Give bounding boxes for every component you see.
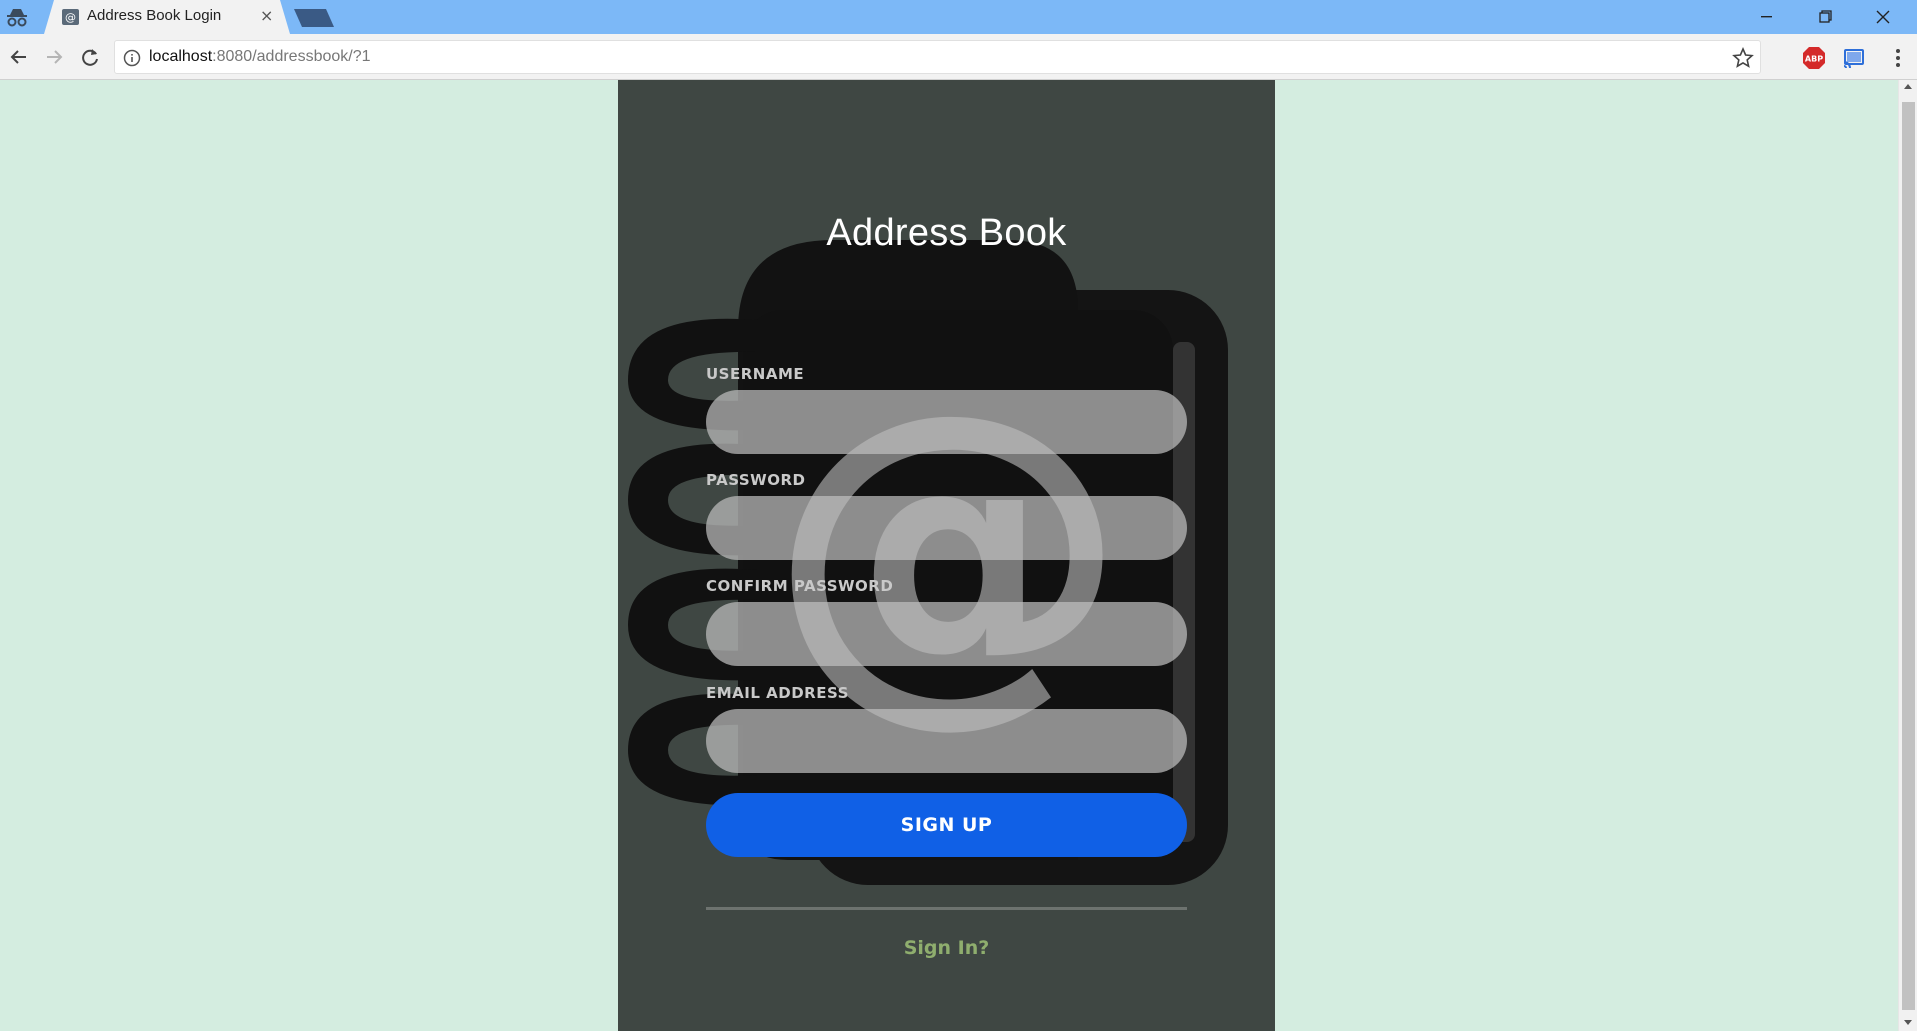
url-text: localhost:8080/addressbook/?1 [149,48,371,66]
url-host: localhost [149,48,213,65]
password-label: PASSWORD [706,471,806,489]
password-input[interactable] [706,496,1187,560]
incognito-icon [7,9,27,27]
back-icon[interactable] [8,46,30,68]
close-icon[interactable] [1860,4,1906,30]
sign-in-link[interactable]: Sign In? [618,937,1275,959]
signup-panel: @ Address Book USERNAME PASSWORD CONFIRM… [618,80,1275,1031]
browser-titlebar: @ Address Book Login × [0,0,1917,34]
tab-close-button[interactable]: × [260,6,273,25]
adblock-icon[interactable]: ABP [1802,46,1826,70]
favicon-icon: @ [62,9,79,25]
address-bar[interactable]: localhost:8080/addressbook/?1 [114,40,1761,74]
maximize-icon[interactable] [1802,4,1848,30]
svg-text:ABP: ABP [1805,55,1823,64]
svg-text:@: @ [65,11,76,24]
minimize-icon[interactable] [1744,4,1790,30]
cast-icon[interactable] [1842,46,1866,70]
menu-icon[interactable] [1886,46,1910,70]
page-viewport: @ Address Book USERNAME PASSWORD CONFIRM… [0,80,1898,1031]
tab-address-book-login[interactable]: @ Address Book Login × [44,0,290,34]
confirm-password-input[interactable] [706,602,1187,666]
forward-icon[interactable] [43,46,65,68]
scroll-up-arrow-icon[interactable] [1904,84,1912,89]
url-path: :8080/addressbook/?1 [212,48,371,65]
app-title: Address Book [826,212,1067,254]
email-input[interactable] [706,709,1187,773]
sign-up-button[interactable]: SIGN UP [706,793,1187,857]
confirm-password-label: CONFIRM PASSWORD [706,577,894,595]
info-icon[interactable] [123,49,141,67]
username-input[interactable] [706,390,1187,454]
reload-icon[interactable] [79,46,101,68]
divider [706,907,1187,910]
vertical-scrollbar[interactable] [1898,80,1917,1031]
scroll-down-arrow-icon[interactable] [1904,1020,1912,1025]
new-tab-button[interactable] [294,9,334,27]
username-label: USERNAME [706,365,805,383]
email-label: EMAIL ADDRESS [706,684,849,702]
star-icon[interactable] [1732,47,1754,69]
tab-title: Address Book Login [87,7,222,24]
scroll-thumb[interactable] [1902,102,1915,1010]
browser-toolbar: localhost:8080/addressbook/?1 ABP [0,34,1917,80]
